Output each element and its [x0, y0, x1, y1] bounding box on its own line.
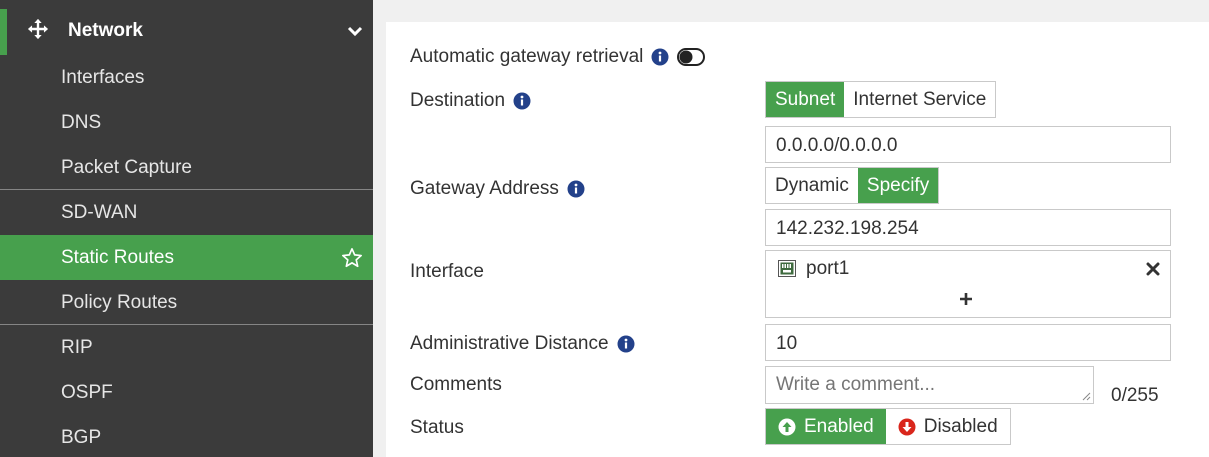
comments-placeholder: Write a comment...: [776, 374, 936, 395]
port-icon: [778, 260, 796, 277]
comments-char-counter: 0/255: [1111, 385, 1159, 406]
status-row: Status: [410, 417, 464, 439]
nav-section-title: Network: [68, 20, 143, 41]
status-disabled-label: Disabled: [923, 415, 998, 437]
sidebar-item-label: Policy Routes: [61, 292, 178, 313]
sidebar-item-dns[interactable]: DNS: [0, 100, 373, 145]
interface-value: port1: [806, 258, 850, 279]
sidebar-item-static-routes[interactable]: Static Routes: [0, 235, 373, 280]
gateway-address-input[interactable]: 142.232.198.254: [765, 209, 1171, 246]
sidebar-item-label: DNS: [61, 112, 102, 133]
destination-option-internet-service[interactable]: Internet Service: [844, 82, 995, 117]
star-icon[interactable]: [341, 247, 363, 269]
interface-row: Interface: [410, 261, 484, 283]
sidebar-item-rip[interactable]: RIP: [0, 325, 373, 370]
comments-row: Comments: [410, 374, 502, 396]
sidebar-item-label: Interfaces: [61, 67, 145, 88]
sidebar-item-label: OSPF: [61, 382, 113, 403]
destination-option-subnet[interactable]: Subnet: [766, 82, 845, 117]
gateway-type-selector: Dynamic Specify: [765, 167, 940, 204]
status-disabled-button[interactable]: Disabled: [886, 409, 1010, 444]
info-icon[interactable]: [567, 180, 585, 198]
gateway-label: Gateway Address: [410, 178, 559, 199]
sidebar-item-label: Static Routes: [61, 247, 174, 268]
sidebar-item-bgp[interactable]: BGP: [0, 415, 373, 457]
auto-gateway-toggle[interactable]: [677, 48, 706, 66]
sidebar-item-packet-capture[interactable]: Packet Capture: [0, 145, 373, 190]
sidebar-item-policy-routes[interactable]: Policy Routes: [0, 280, 373, 325]
comments-label: Comments: [410, 374, 502, 395]
destination-type-selector: Subnet Internet Service: [765, 81, 997, 118]
admin-distance-row: Administrative Distance: [410, 333, 635, 355]
status-enabled-label: Enabled: [804, 415, 874, 437]
nav-section-network[interactable]: Network: [0, 9, 373, 55]
info-icon[interactable]: [513, 92, 531, 110]
destination-row: Destination: [410, 90, 531, 112]
interface-label: Interface: [410, 261, 484, 282]
move-icon: [27, 18, 49, 40]
plus-icon[interactable]: [959, 292, 973, 306]
gateway-option-dynamic[interactable]: Dynamic: [766, 168, 858, 203]
gateway-row: Gateway Address: [410, 178, 585, 200]
static-route-form: Automatic gateway retrieval Destination …: [386, 22, 1209, 457]
resize-handle-icon[interactable]: [1081, 391, 1091, 401]
sidebar-item-ospf[interactable]: OSPF: [0, 370, 373, 415]
comments-textarea[interactable]: Write a comment...: [765, 366, 1094, 404]
admin-distance-label: Administrative Distance: [410, 333, 609, 354]
destination-subnet-input[interactable]: 0.0.0.0/0.0.0.0: [765, 126, 1171, 163]
admin-distance-input[interactable]: 10: [765, 324, 1171, 361]
chevron-down-icon[interactable]: [347, 25, 363, 37]
destination-label: Destination: [410, 90, 506, 111]
status-label: Status: [410, 417, 464, 438]
interface-selector[interactable]: port1: [765, 250, 1171, 318]
arrow-up-circle-icon: [778, 418, 796, 435]
sidebar-item-label: SD-WAN: [61, 202, 138, 223]
sidebar-item-label: BGP: [61, 427, 102, 448]
sidebar-item-label: RIP: [61, 337, 93, 358]
info-icon[interactable]: [617, 335, 635, 353]
arrow-down-circle-icon: [898, 418, 916, 435]
sidebar-item-interfaces[interactable]: Interfaces: [0, 55, 373, 100]
status-enabled-button[interactable]: Enabled: [766, 409, 886, 444]
status-selector: Enabled Disabled: [765, 408, 1011, 445]
gateway-option-specify[interactable]: Specify: [857, 168, 939, 203]
auto-gateway-label: Automatic gateway retrieval: [410, 46, 644, 67]
sidebar: Network Interfaces DNS Packet Capture SD…: [0, 0, 373, 457]
auto-gateway-row: Automatic gateway retrieval: [410, 46, 706, 68]
info-icon[interactable]: [651, 48, 669, 66]
close-icon[interactable]: [1146, 262, 1160, 276]
sidebar-item-label: Packet Capture: [61, 157, 192, 178]
sidebar-item-sd-wan[interactable]: SD-WAN: [0, 190, 373, 235]
